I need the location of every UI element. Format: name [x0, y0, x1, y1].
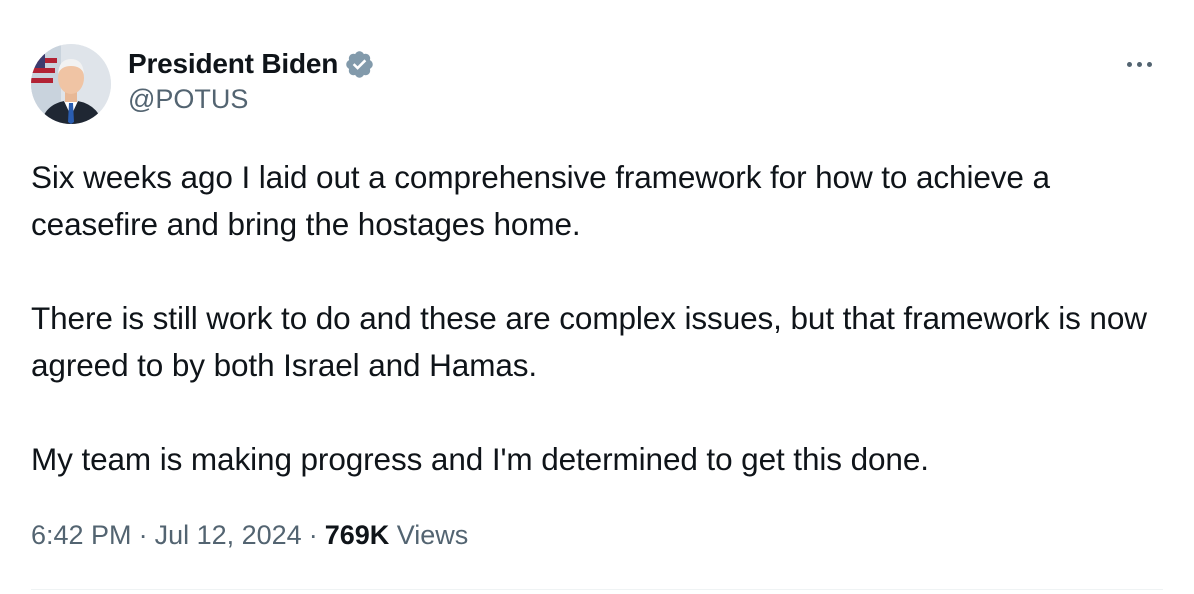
- tweet-paragraph: There is still work to do and these are …: [31, 300, 1147, 383]
- tweet-text: Six weeks ago I laid out a comprehensive…: [31, 154, 1171, 483]
- more-options-icon[interactable]: [1122, 50, 1156, 78]
- views-count: 769K: [324, 520, 390, 550]
- meta-separator: ·: [138, 520, 148, 550]
- more-dot: [1136, 61, 1142, 67]
- verified-badge-icon[interactable]: [344, 49, 375, 80]
- author-name-row[interactable]: President Biden: [128, 44, 375, 84]
- views-label: Views: [396, 520, 469, 550]
- author-block: President Biden @POTUS: [128, 44, 375, 115]
- tweet-time: 6:42 PM: [31, 520, 132, 550]
- views-link[interactable]: 769K Views: [325, 520, 469, 550]
- author-display-name[interactable]: President Biden: [128, 48, 338, 80]
- meta-separator: ·: [308, 520, 318, 550]
- more-dot: [1126, 61, 1132, 67]
- avatar-image: [31, 44, 111, 124]
- tweet-date: Jul 12, 2024: [154, 520, 302, 550]
- more-dot: [1146, 61, 1152, 67]
- tweet-card: President Biden @POTUS Six weeks ago I l…: [0, 0, 1194, 594]
- tweet-metadata: 6:42 PM · Jul 12, 2024 · 769K Views: [31, 520, 468, 551]
- tweet-paragraph: Six weeks ago I laid out a comprehensive…: [31, 159, 1050, 242]
- avatar[interactable]: [31, 44, 111, 124]
- divider: [31, 589, 1163, 590]
- tweet-paragraph: My team is making progress and I'm deter…: [31, 441, 929, 477]
- author-handle[interactable]: @POTUS: [128, 84, 375, 115]
- tweet-timestamp[interactable]: 6:42 PM · Jul 12, 2024: [31, 520, 302, 550]
